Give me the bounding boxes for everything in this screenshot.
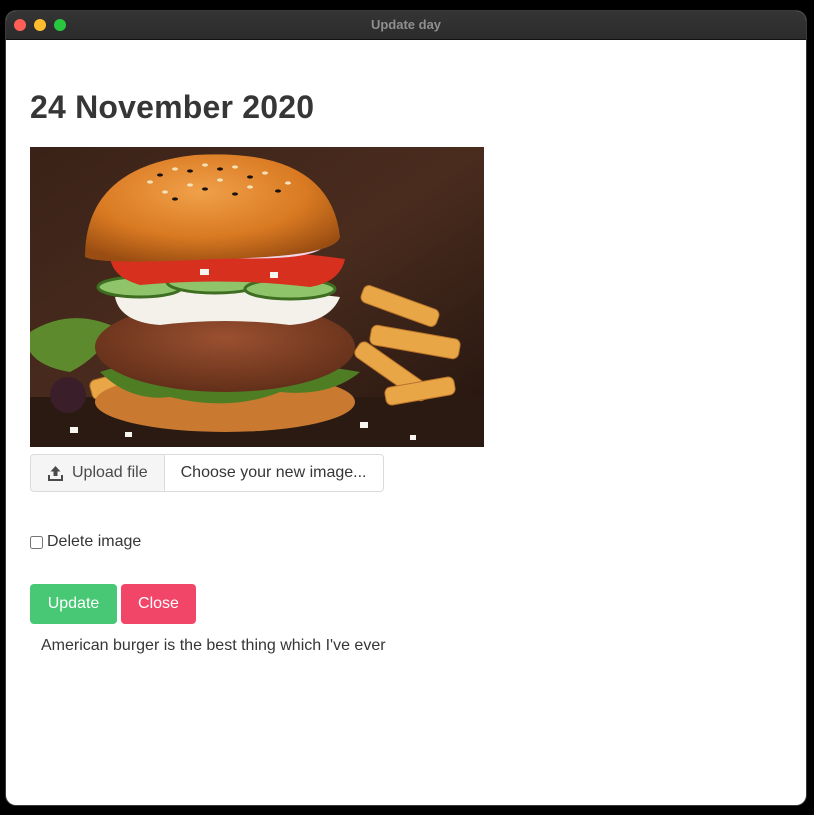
delete-image-option[interactable]: Delete image — [30, 533, 141, 551]
app-window: Update day 24 November 2020 Upload file … — [6, 11, 806, 805]
file-name-field[interactable]: Choose your new image... — [164, 454, 384, 492]
close-button[interactable]: Close — [121, 584, 196, 624]
day-note: American burger is the best thing which … — [41, 637, 386, 654]
file-upload: Upload file Choose your new image... — [30, 454, 384, 492]
upload-file-button[interactable]: Upload file — [30, 454, 165, 492]
day-photo — [30, 147, 484, 447]
window-title: Update day — [370, 17, 442, 32]
update-day-form: 24 November 2020 Upload file Choose your… — [6, 40, 806, 654]
page-title: 24 November 2020 — [30, 89, 315, 125]
delete-image-label: Delete image — [47, 533, 142, 550]
action-buttons: Update Close — [30, 584, 196, 624]
update-button[interactable]: Update — [30, 584, 117, 624]
upload-icon — [48, 465, 63, 481]
title-bar: Update day — [6, 11, 806, 40]
delete-image-checkbox[interactable] — [30, 535, 43, 549]
upload-file-label: Upload file — [72, 464, 148, 481]
